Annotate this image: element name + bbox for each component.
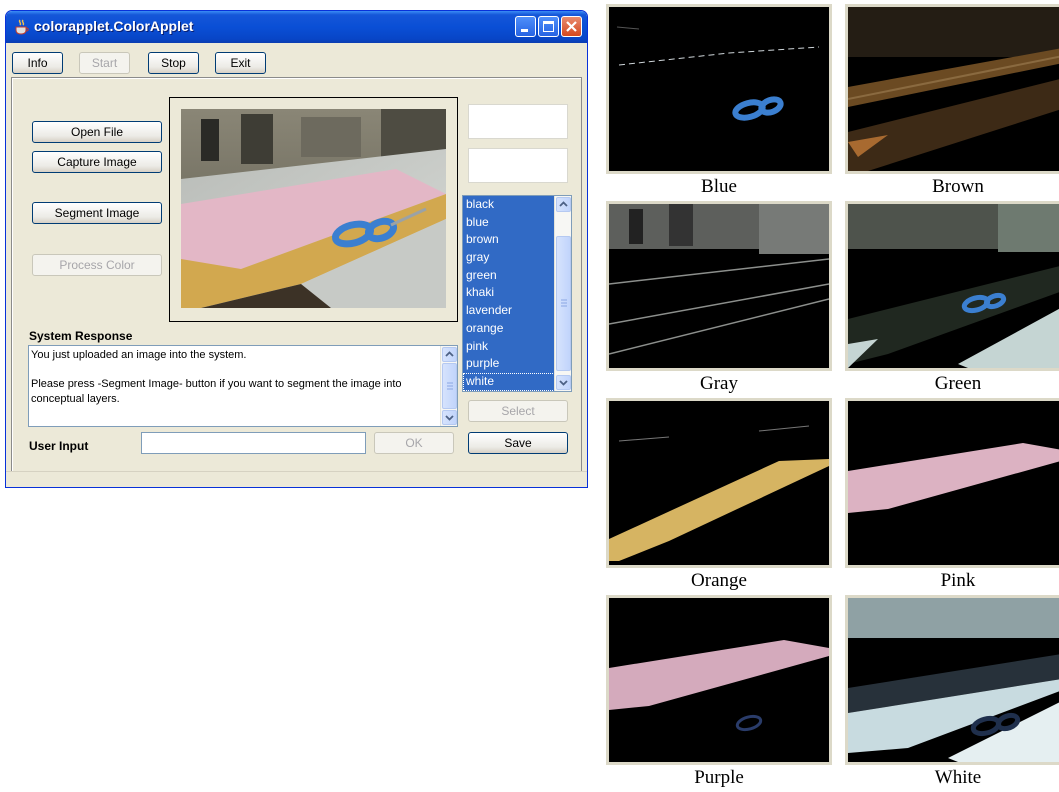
thumbnail-blue xyxy=(606,4,832,174)
applet-window: colorapplet.ColorApplet Info Start Stop … xyxy=(5,10,588,488)
start-button[interactable]: Start xyxy=(79,52,130,74)
thumbnail-caption: White xyxy=(934,767,982,788)
list-item[interactable]: green xyxy=(463,267,555,285)
thumbnail-gray xyxy=(606,201,832,371)
grip-icon xyxy=(561,299,567,307)
title-bar[interactable]: colorapplet.ColorApplet xyxy=(6,11,587,43)
grip-icon xyxy=(447,382,453,390)
open-file-button[interactable]: Open File xyxy=(32,121,162,143)
exit-button[interactable]: Exit xyxy=(215,52,266,74)
save-button[interactable]: Save xyxy=(468,432,568,454)
scroll-down-button[interactable] xyxy=(556,375,571,390)
color-swatch-box-1 xyxy=(468,104,568,139)
user-input-field[interactable] xyxy=(141,432,366,454)
thumbnail-caption: Pink xyxy=(940,570,976,591)
thumbnail-brown xyxy=(845,4,1059,174)
list-item[interactable]: orange xyxy=(463,320,555,338)
color-swatch-box-2 xyxy=(468,148,568,183)
chevron-down-icon xyxy=(559,380,568,386)
list-item[interactable]: khaki xyxy=(463,284,555,302)
chevron-up-icon xyxy=(559,201,568,207)
color-listbox[interactable]: black blue brown gray green khaki lavend… xyxy=(462,195,572,392)
thumbnail-caption: Purple xyxy=(694,767,744,788)
thumbnail-white xyxy=(845,595,1059,765)
uploaded-photo xyxy=(181,109,446,308)
process-color-button[interactable]: Process Color xyxy=(32,254,162,276)
response-line: You just uploaded an image into the syst… xyxy=(31,349,247,361)
thumbnail-caption: Brown xyxy=(932,176,984,197)
scroll-thumb[interactable] xyxy=(556,236,571,371)
minimize-button[interactable] xyxy=(515,16,536,37)
thumbnail-pink xyxy=(845,398,1059,568)
list-item[interactable]: gray xyxy=(463,249,555,267)
scroll-thumb[interactable] xyxy=(442,363,457,409)
java-cup-icon xyxy=(15,19,29,35)
close-icon xyxy=(566,21,577,32)
maximize-icon xyxy=(543,21,554,32)
scroll-down-button[interactable] xyxy=(442,410,457,425)
user-input-label: User Input xyxy=(29,439,89,453)
maximize-button[interactable] xyxy=(538,16,559,37)
chevron-up-icon xyxy=(445,351,454,357)
list-item[interactable]: pink xyxy=(463,338,555,356)
response-scrollbar[interactable] xyxy=(440,346,457,426)
list-item[interactable]: blue xyxy=(463,214,555,232)
close-button[interactable] xyxy=(561,16,582,37)
thumbnail-green xyxy=(845,201,1059,371)
scroll-up-button[interactable] xyxy=(442,347,457,362)
list-scrollbar[interactable] xyxy=(554,196,571,391)
stop-button[interactable]: Stop xyxy=(148,52,199,74)
ok-button[interactable]: OK xyxy=(374,432,454,454)
thumbnail-purple xyxy=(606,595,832,765)
response-line xyxy=(31,363,436,378)
response-line: Please press -Segment Image- button if y… xyxy=(31,378,402,390)
status-bar xyxy=(6,471,587,487)
info-button[interactable]: Info xyxy=(12,52,63,74)
system-response-label: System Response xyxy=(29,329,133,343)
window-title: colorapplet.ColorApplet xyxy=(34,18,194,34)
segment-image-button[interactable]: Segment Image xyxy=(32,202,162,224)
thumbnail-caption: Blue xyxy=(701,176,737,197)
list-item[interactable]: black xyxy=(463,196,555,214)
list-item-selected[interactable]: white xyxy=(463,372,555,391)
thumbnail-caption: Gray xyxy=(700,373,738,394)
system-response-textarea[interactable]: You just uploaded an image into the syst… xyxy=(28,345,458,427)
capture-image-button[interactable]: Capture Image xyxy=(32,151,162,173)
list-item[interactable]: purple xyxy=(463,355,555,373)
thumbnail-caption: Orange xyxy=(691,570,747,591)
chevron-down-icon xyxy=(445,415,454,421)
thumbnail-caption: Green xyxy=(934,373,982,394)
select-button[interactable]: Select xyxy=(468,400,568,422)
minimize-icon xyxy=(521,29,528,32)
list-item[interactable]: brown xyxy=(463,231,555,249)
response-line: conceptual layers. xyxy=(31,392,120,405)
list-item[interactable]: lavender xyxy=(463,302,555,320)
scroll-up-button[interactable] xyxy=(556,197,571,212)
thumbnail-orange xyxy=(606,398,832,568)
